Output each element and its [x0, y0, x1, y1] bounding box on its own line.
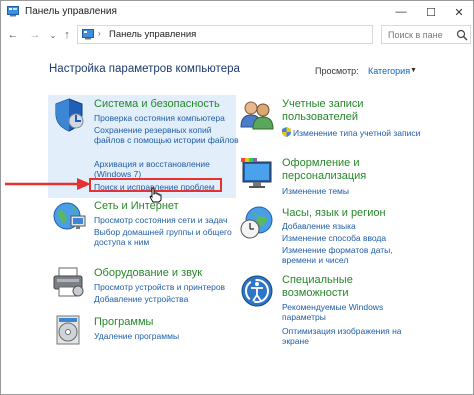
control-panel-icon	[7, 6, 19, 17]
link-backup-restore-win7[interactable]: Архивация и восстановление (Windows 7)	[94, 159, 242, 179]
ease-of-access-icon[interactable]	[239, 273, 275, 309]
shield-icon[interactable]	[51, 97, 87, 133]
clock-globe-icon[interactable]	[239, 204, 275, 240]
up-arrow-icon[interactable]: ↑	[59, 27, 75, 43]
link-change-theme[interactable]: Изменение темы	[282, 186, 349, 196]
chevron-down-icon[interactable]: ▼	[410, 67, 417, 74]
close-button[interactable]: ✕	[444, 1, 474, 23]
red-arrow-icon	[5, 178, 91, 190]
link-file-history-backup[interactable]: Сохранение резервных копий файлов с помо…	[94, 125, 242, 145]
search-input[interactable]: Поиск в пане	[388, 30, 443, 40]
search-box[interactable]: Поиск в пане	[381, 25, 471, 44]
link-recommended-settings[interactable]: Рекомендуемые Windows параметры	[282, 302, 422, 322]
link-change-input-method[interactable]: Изменение способа ввода	[282, 233, 386, 243]
category-user-accounts-title[interactable]: Учетные записи пользователей	[282, 98, 442, 124]
title-bar: Панель управления — ☐ ✕	[1, 1, 473, 23]
link-uninstall-program[interactable]: Удаление программы	[94, 331, 179, 341]
view-by-label: Просмотр:	[315, 66, 359, 76]
category-network-title[interactable]: Сеть и Интернет	[94, 200, 179, 213]
uac-shield-icon	[282, 127, 291, 137]
programs-disc-icon[interactable]	[51, 312, 87, 348]
breadcrumb-separator-icon[interactable]: ›	[98, 29, 101, 38]
page-title: Настройка параметров компьютера	[49, 63, 240, 75]
link-optimize-display[interactable]: Оптимизация изображения на экране	[282, 326, 422, 346]
breadcrumb-control-panel[interactable]: Панель управления	[109, 29, 196, 40]
link-change-account-type[interactable]: Изменение типа учетной записи	[282, 127, 432, 138]
maximize-button[interactable]: ☐	[416, 1, 446, 23]
window-title: Панель управления	[25, 6, 117, 17]
users-icon[interactable]	[239, 97, 275, 133]
control-panel-window: Панель управления — ☐ ✕ ← → ⌄ ↑ › Панель…	[0, 0, 474, 395]
navigation-bar: ← → ⌄ ↑ › Панель управления ⌄ ↻ Поиск в …	[1, 23, 473, 47]
category-system-security-title[interactable]: Система и безопасность	[94, 98, 220, 111]
view-by-dropdown[interactable]: Категория	[368, 66, 410, 76]
link-check-computer-status[interactable]: Проверка состояния компьютера	[94, 113, 225, 123]
category-clock-language-region-title[interactable]: Часы, язык и регион	[282, 207, 386, 220]
search-icon[interactable]	[456, 29, 468, 41]
forward-arrow-icon[interactable]: →	[27, 27, 43, 43]
link-add-language[interactable]: Добавление языка	[282, 221, 356, 231]
link-network-status[interactable]: Просмотр состояния сети и задач	[94, 215, 227, 225]
minimize-button[interactable]: —	[386, 1, 416, 23]
category-ease-of-access-title[interactable]: Специальные возможности	[282, 274, 382, 300]
category-appearance-title[interactable]: Оформление и персонализация	[282, 157, 442, 183]
back-arrow-icon[interactable]: ←	[5, 27, 21, 43]
category-hardware-sound-title[interactable]: Оборудование и звук	[94, 267, 202, 280]
monitor-palette-icon[interactable]	[239, 156, 275, 192]
link-change-account-type-label[interactable]: Изменение типа учетной записи	[293, 128, 420, 138]
address-bar[interactable]: › Панель управления ⌄ ↻	[77, 25, 446, 44]
printer-icon[interactable]	[51, 264, 87, 300]
link-homegroup-sharing[interactable]: Выбор домашней группы и общего доступа к…	[94, 227, 244, 247]
control-panel-icon	[82, 29, 94, 40]
link-add-device[interactable]: Добавление устройства	[94, 294, 188, 304]
category-programs-title[interactable]: Программы	[94, 316, 153, 329]
network-globe-icon[interactable]	[51, 198, 87, 234]
link-change-date-time-formats[interactable]: Изменение форматов даты, времени и чисел	[282, 245, 412, 265]
link-devices-printers[interactable]: Просмотр устройств и принтеров	[94, 282, 225, 292]
